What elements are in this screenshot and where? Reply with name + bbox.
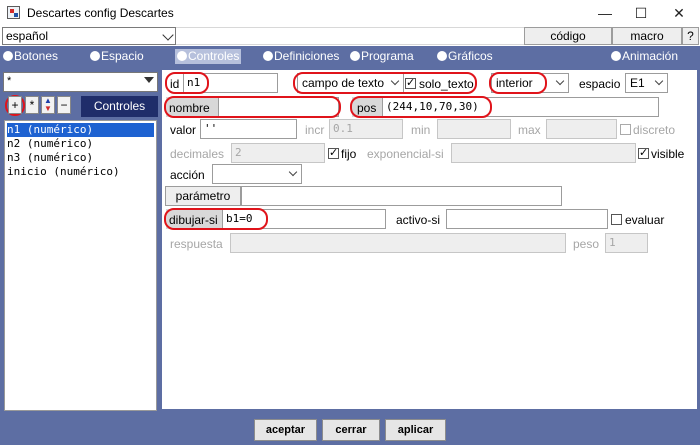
radio-icon [177,51,187,61]
incr-value: 0.1 [333,122,353,135]
add-button[interactable]: + [8,96,22,114]
exponencial-field [451,143,636,163]
close-window-button[interactable]: ✕ [662,0,696,26]
list-item[interactable]: n2 (numérico) [7,137,93,151]
tab-animacion[interactable]: Animación [611,49,678,64]
chevron-down-icon [555,76,565,86]
radio-icon [611,51,621,61]
visible-label: visible [651,147,685,161]
remove-button[interactable]: − [57,96,71,114]
discreto-checkbox [620,124,631,135]
maximize-button[interactable]: ☐ [624,0,658,26]
filter-select[interactable]: * [3,72,158,92]
valor-field[interactable]: '' [200,119,297,139]
visible-checkbox[interactable] [638,146,649,159]
tab-espacio[interactable]: Espacio [90,49,144,64]
list-item[interactable]: inicio (numérico) [7,165,120,179]
tab-label: Gráficos [448,49,493,63]
chevron-down-icon [162,29,174,41]
tab-label: Programa [361,49,414,63]
nombre-highlight [164,96,341,118]
radio-icon [90,51,100,61]
tab-label: Espacio [101,49,144,63]
tab-label: Definiciones [274,49,340,63]
list-item[interactable]: n3 (numérico) [7,151,93,165]
fijo-label: fijo [341,147,357,161]
espacio-value: E1 [630,76,645,90]
pos-highlight [350,96,492,118]
tab-label: Botones [14,49,59,63]
top-bar-spacer [176,27,524,45]
tab-label: Animación [622,49,679,63]
macro-button[interactable]: macro [612,27,682,45]
max-label: max [518,123,541,137]
decimales-value: 2 [235,146,242,159]
radio-icon [350,51,360,61]
tab-controles[interactable]: Controles [175,49,242,64]
espacio-label: espacio [579,77,621,91]
incr-field: 0.1 [329,119,403,139]
peso-label: peso [573,237,600,251]
app-icon [7,6,20,19]
minimize-button[interactable]: — [588,0,622,26]
exponencial-label: exponencial-si [367,147,444,161]
dropdown-arrow-icon [144,77,154,83]
radio-icon [437,51,447,61]
radio-icon [263,51,273,61]
decimales-label: decimales [170,147,225,161]
section-label: Controles [81,96,158,117]
peso-value: 1 [609,236,616,249]
decimales-field: 2 [231,143,325,163]
espacio-select[interactable]: E1 [625,73,668,93]
respuesta-label: respuesta [170,237,223,251]
accept-button[interactable]: aceptar [254,419,317,441]
tab-definiciones[interactable]: Definiciones [263,49,339,64]
id-highlight [165,72,209,94]
parametro-field[interactable] [241,186,562,206]
dibujar-highlight [164,208,268,230]
tab-graficos[interactable]: Gráficos [437,49,493,64]
discreto-label: discreto [633,123,676,137]
max-field [546,119,617,139]
type-highlight [293,72,477,94]
tab-label: Controles [188,49,240,63]
apply-button[interactable]: aplicar [385,419,446,441]
fijo-checkbox[interactable] [328,146,339,159]
window-title: Descartes config Descartes [27,6,174,20]
chevron-down-icon [654,76,664,86]
respuesta-field [230,233,566,253]
min-field [437,119,511,139]
language-select[interactable]: español [2,27,176,45]
rename-button[interactable]: * [25,96,39,114]
parametro-button[interactable]: parámetro [165,186,241,206]
activo-label: activo-si [396,213,441,227]
tab-botones[interactable]: Botones [3,49,58,64]
radio-icon [3,51,13,61]
activo-field[interactable] [446,209,608,229]
valor-label: valor [170,123,197,137]
reorder-button[interactable]: ▲ ▼ [41,96,55,114]
min-label: min [411,123,431,137]
peso-field: 1 [605,233,648,253]
valor-value: '' [204,122,218,135]
accion-label: acción [170,168,205,182]
region-highlight [489,72,547,94]
evaluar-checkbox[interactable] [611,214,622,225]
controls-list[interactable]: n1 (numérico) n2 (numérico) n3 (numérico… [4,120,157,411]
close-button[interactable]: cerrar [322,419,380,441]
list-item[interactable]: n1 (numérico) [7,123,154,137]
accion-select[interactable] [212,164,302,184]
codigo-button[interactable]: código [524,27,612,45]
chevron-down-icon [288,167,298,177]
evaluar-label: evaluar [625,213,665,227]
language-value: español [6,29,49,43]
help-button[interactable]: ? [682,27,699,45]
filter-value: * [7,75,12,87]
tab-programa[interactable]: Programa [350,49,414,64]
incr-label: incr [305,123,325,137]
